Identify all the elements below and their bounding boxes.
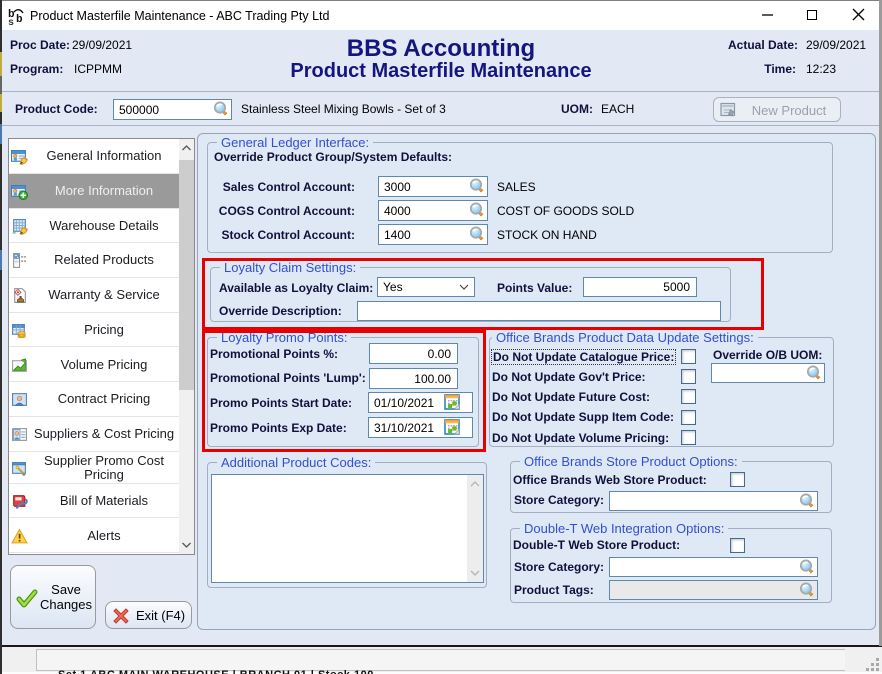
svg-text:s: s [8, 18, 14, 26]
svg-text:b: b [16, 14, 23, 26]
